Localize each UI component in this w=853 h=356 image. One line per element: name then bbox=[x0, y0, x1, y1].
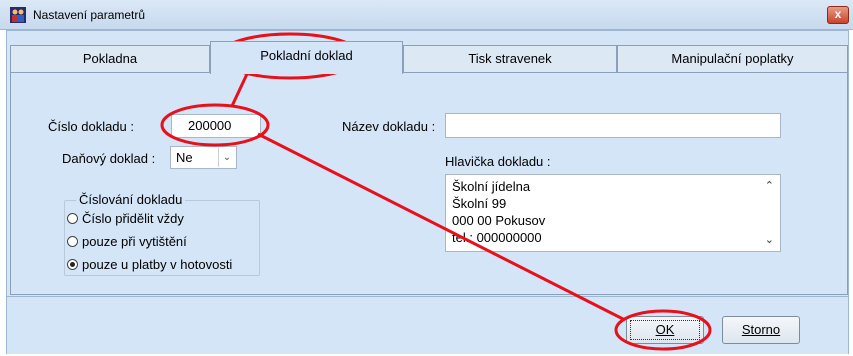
storno-button[interactable]: Storno bbox=[722, 316, 800, 344]
radio-label: Číslo přidělit vždy bbox=[82, 211, 184, 226]
hlavicka-line: Školní 99 bbox=[452, 196, 507, 211]
tab-manipulacni-poplatky[interactable]: Manipulační poplatky bbox=[617, 45, 848, 73]
cislo-dokladu-label: Číslo dokladu : bbox=[48, 119, 134, 134]
ok-label: OK bbox=[655, 322, 675, 337]
chevron-down-icon[interactable]: ⌄ bbox=[765, 233, 774, 246]
danovy-doklad-label: Daňový doklad : bbox=[62, 151, 156, 166]
tab-strip: Pokladna Pokladní doklad Tisk stravenek … bbox=[10, 41, 848, 74]
app-people-icon bbox=[10, 7, 26, 23]
window-title: Nastavení parametrů bbox=[33, 8, 146, 22]
tab-pokladna[interactable]: Pokladna bbox=[10, 45, 210, 73]
cislovani-title: Číslování dokladu bbox=[76, 192, 186, 207]
radio-cislo-pridelit[interactable]: Číslo přidělit vždy bbox=[67, 211, 184, 226]
ok-button[interactable]: OK bbox=[626, 316, 704, 344]
close-icon: x bbox=[834, 7, 842, 21]
storno-label: Storno bbox=[741, 322, 781, 337]
radio-pri-vytisteni[interactable]: pouze při vytištění bbox=[67, 234, 187, 249]
hlavicka-line: Školní jídelna bbox=[452, 179, 531, 194]
danovy-doklad-value: Ne bbox=[176, 150, 193, 165]
danovy-doklad-select[interactable]: Ne ⌄ bbox=[170, 146, 237, 169]
nazev-dokladu-label: Název dokladu : bbox=[342, 119, 436, 134]
chevron-down-icon[interactable]: ⌄ bbox=[218, 148, 235, 167]
cislo-dokladu-input[interactable]: 200000 bbox=[171, 114, 261, 138]
hlavicka-dokladu-label: Hlavička dokladu : bbox=[445, 154, 551, 169]
radio-label: pouze u platby v hotovosti bbox=[82, 257, 233, 272]
tab-pokladni-doklad[interactable]: Pokladní doklad bbox=[210, 41, 403, 74]
radio-circle-selected[interactable] bbox=[67, 259, 78, 270]
radio-platba-hotovost[interactable]: pouze u platby v hotovosti bbox=[67, 257, 232, 272]
settings-window: Nastavení parametrů x Pokladna Pokladní … bbox=[0, 0, 853, 356]
hlavicka-line: tel.: 000000000 bbox=[452, 230, 542, 245]
radio-label: pouze při vytištění bbox=[82, 234, 187, 249]
title-bar: Nastavení parametrů x bbox=[0, 0, 853, 30]
ok-focus-rect: OK bbox=[630, 320, 700, 340]
nazev-dokladu-input[interactable] bbox=[445, 113, 781, 138]
hlavicka-dokladu-textarea[interactable]: Školní jídelna Školní 99 000 00 Pokusov … bbox=[445, 174, 781, 252]
tab-tisk-stravenek[interactable]: Tisk stravenek bbox=[403, 45, 617, 73]
radio-circle[interactable] bbox=[67, 236, 78, 247]
close-button[interactable]: x bbox=[827, 6, 849, 24]
radio-circle[interactable] bbox=[67, 213, 78, 224]
hlavicka-line: 000 00 Pokusov bbox=[452, 213, 546, 228]
chevron-up-icon[interactable]: ⌃ bbox=[765, 179, 774, 192]
